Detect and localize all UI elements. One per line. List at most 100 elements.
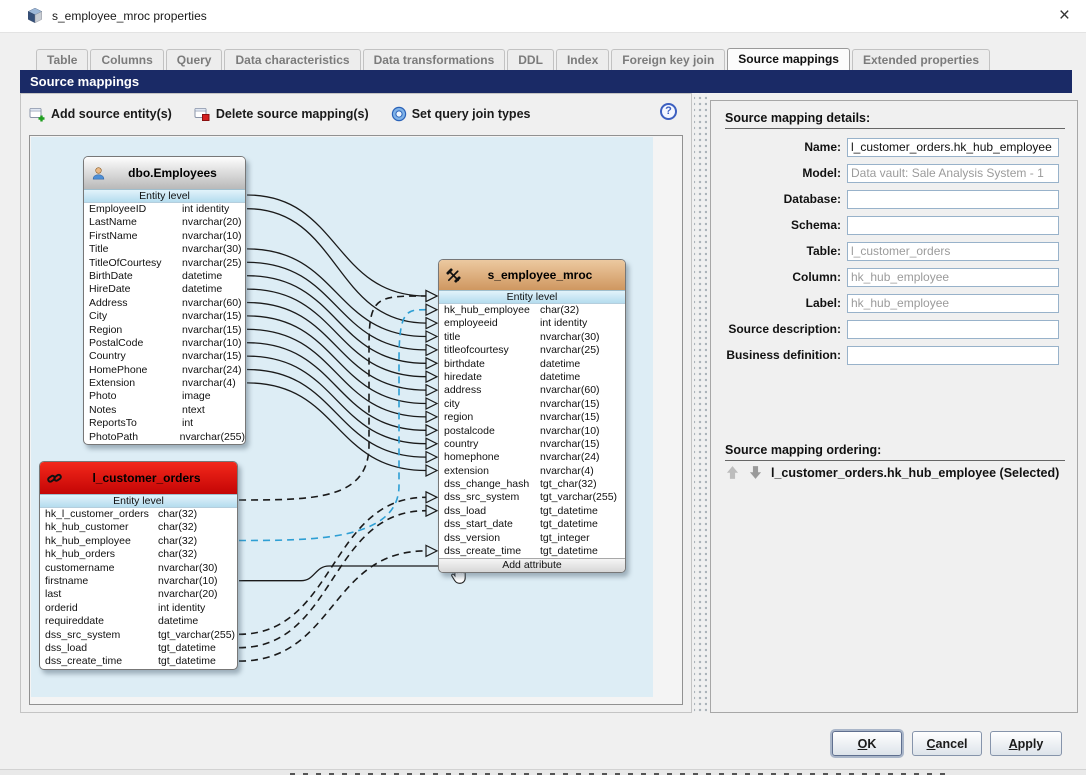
table-field[interactable] xyxy=(847,241,1059,261)
move-down-icon[interactable] xyxy=(748,465,763,480)
attribute-row[interactable]: EmployeeID int identity xyxy=(84,203,245,216)
attribute-row[interactable]: hk_hub_employee char(32) xyxy=(439,304,625,317)
close-icon[interactable]: × xyxy=(1059,4,1070,28)
attribute-row[interactable]: Notes ntext xyxy=(84,404,245,417)
entity-l_customer_orders[interactable]: l_customer_orders Entity level hk_l_custom… xyxy=(39,461,238,670)
attribute-type: int identity xyxy=(158,601,206,614)
attribute-type: nvarchar(30) xyxy=(182,243,242,256)
attribute-row[interactable]: FirstName nvarchar(10) xyxy=(84,230,245,243)
attribute-row[interactable]: Title nvarchar(30) xyxy=(84,243,245,256)
attribute-row[interactable]: titleofcourtesy nvarchar(25) xyxy=(439,344,625,357)
column-field[interactable] xyxy=(847,267,1059,287)
attribute-row[interactable]: dss_load tgt_datetime xyxy=(439,505,625,518)
details-panel: Source mapping details: Name: Model: Datab… xyxy=(710,100,1078,713)
attribute-type: char(32) xyxy=(158,548,198,561)
attribute-row[interactable]: employeeid int identity xyxy=(439,317,625,330)
attribute-row[interactable]: Region nvarchar(15) xyxy=(84,324,245,337)
add-source-entity-label: Add source entity(s) xyxy=(51,107,172,121)
attribute-row[interactable]: hk_l_customer_orders char(32) xyxy=(40,508,237,521)
attribute-row[interactable]: dss_create_time tgt_datetime xyxy=(40,655,237,668)
ok-button[interactable]: OK xyxy=(832,731,902,756)
tab-foreign-key-join[interactable]: Foreign key join xyxy=(611,49,726,70)
attribute-row[interactable]: dss_create_time tgt_datetime xyxy=(439,545,625,558)
add-entity-icon xyxy=(29,106,46,123)
set-query-join-types-button[interactable]: Set query join types xyxy=(391,106,530,122)
attribute-row[interactable]: City nvarchar(15) xyxy=(84,310,245,323)
attribute-name: dss_src_system xyxy=(45,628,121,641)
attribute-row[interactable]: dss_src_system tgt_varchar(255) xyxy=(40,629,237,642)
attribute-row[interactable]: Photo image xyxy=(84,390,245,403)
attribute-row[interactable]: firstname nvarchar(10) xyxy=(40,575,237,588)
tab-data-characteristics[interactable]: Data characteristics xyxy=(224,49,361,70)
attribute-row[interactable]: extension nvarchar(4) xyxy=(439,465,625,478)
add-source-entity-button[interactable]: Add source entity(s) xyxy=(29,106,172,123)
name-field[interactable] xyxy=(847,137,1059,157)
attribute-row[interactable]: Country nvarchar(15) xyxy=(84,350,245,363)
attribute-row[interactable]: region nvarchar(15) xyxy=(439,411,625,424)
entity-employees[interactable]: dbo.Employees Entity level EmployeeID int i… xyxy=(83,156,246,446)
attribute-row[interactable]: dss_start_date tgt_datetime xyxy=(439,518,625,531)
attribute-row[interactable]: requireddate datetime xyxy=(40,615,237,628)
attribute-row[interactable]: country nvarchar(15) xyxy=(439,438,625,451)
cancel-button[interactable]: Cancel xyxy=(912,731,982,756)
attribute-row[interactable]: LastName nvarchar(20) xyxy=(84,216,245,229)
attribute-row[interactable]: PhotoPath nvarchar(255) xyxy=(84,431,245,444)
attribute-row[interactable]: dss_change_hash tgt_char(32) xyxy=(439,478,625,491)
tab-index[interactable]: Index xyxy=(555,49,610,70)
attribute-row[interactable]: Extension nvarchar(4) xyxy=(84,377,245,390)
add-attribute-button[interactable]: Add attribute xyxy=(439,558,625,573)
attribute-row[interactable]: birthdate datetime xyxy=(439,358,625,371)
entity-s_employee_mroc[interactable]: s_employee_mroc Entity level hk_hub_employ… xyxy=(438,259,626,574)
attribute-row[interactable]: hk_hub_employee char(32) xyxy=(40,535,237,548)
attribute-row[interactable]: last nvarchar(20) xyxy=(40,588,237,601)
source-description-field[interactable] xyxy=(847,319,1059,339)
move-up-icon[interactable] xyxy=(725,465,740,480)
attribute-row[interactable]: TitleOfCourtesy nvarchar(25) xyxy=(84,257,245,270)
attribute-type: tgt_datetime xyxy=(158,641,216,654)
tab-ddl[interactable]: DDL xyxy=(507,49,554,70)
tab-data-transformations[interactable]: Data transformations xyxy=(362,49,506,70)
tab-table[interactable]: Table xyxy=(36,49,89,70)
ordering-item[interactable]: l_customer_orders.hk_hub_employee (Selec… xyxy=(771,466,1059,480)
diagram-canvas[interactable]: dbo.Employees Entity level EmployeeID int i… xyxy=(31,137,653,697)
tab-query[interactable]: Query xyxy=(165,49,223,70)
entity-level-subheader: Entity level xyxy=(439,290,625,304)
attribute-row[interactable]: BirthDate datetime xyxy=(84,270,245,283)
tab-extended-properties[interactable]: Extended properties xyxy=(851,49,991,70)
attribute-row[interactable]: ReportsTo int xyxy=(84,417,245,430)
attribute-row[interactable]: hiredate datetime xyxy=(439,371,625,384)
attribute-row[interactable]: HireDate datetime xyxy=(84,283,245,296)
model-field[interactable] xyxy=(847,163,1059,183)
attribute-row[interactable]: homephone nvarchar(24) xyxy=(439,451,625,464)
database-field[interactable] xyxy=(847,189,1059,209)
attribute-row[interactable]: Address nvarchar(60) xyxy=(84,297,245,310)
attribute-name: PhotoPath xyxy=(89,430,139,443)
attribute-row[interactable]: dss_src_system tgt_varchar(255) xyxy=(439,491,625,504)
attribute-type: datetime xyxy=(540,370,581,383)
attribute-row[interactable]: HomePhone nvarchar(24) xyxy=(84,364,245,377)
business-definition-field[interactable] xyxy=(847,345,1059,365)
attribute-row[interactable]: dss_version tgt_integer xyxy=(439,532,625,545)
section-header-bar: Source mappings xyxy=(20,70,1072,93)
delete-source-mapping-button[interactable]: Delete source mapping(s) xyxy=(194,106,369,123)
label-field[interactable] xyxy=(847,293,1059,313)
attribute-row[interactable]: hk_hub_orders char(32) xyxy=(40,548,237,561)
tab-columns[interactable]: Columns xyxy=(90,49,164,70)
attribute-row[interactable]: city nvarchar(15) xyxy=(439,398,625,411)
tab-source-mappings[interactable]: Source mappings xyxy=(727,48,850,70)
attribute-row[interactable]: postalcode nvarchar(10) xyxy=(439,425,625,438)
apply-button[interactable]: Apply xyxy=(990,731,1062,756)
attribute-row[interactable]: customername nvarchar(30) xyxy=(40,562,237,575)
entity-title: l_customer_orders xyxy=(92,471,201,485)
attribute-row[interactable]: address nvarchar(60) xyxy=(439,384,625,397)
attribute-row[interactable]: hk_hub_customer char(32) xyxy=(40,521,237,534)
attribute-type: char(32) xyxy=(540,304,580,316)
split-divider[interactable] xyxy=(694,93,707,713)
attribute-row[interactable]: PostalCode nvarchar(10) xyxy=(84,337,245,350)
attribute-row[interactable]: title nvarchar(30) xyxy=(439,331,625,344)
attribute-type: datetime xyxy=(182,269,223,282)
attribute-row[interactable]: dss_load tgt_datetime xyxy=(40,642,237,655)
attribute-row[interactable]: orderid int identity xyxy=(40,602,237,615)
help-icon[interactable]: ? xyxy=(660,103,677,120)
schema-field[interactable] xyxy=(847,215,1059,235)
